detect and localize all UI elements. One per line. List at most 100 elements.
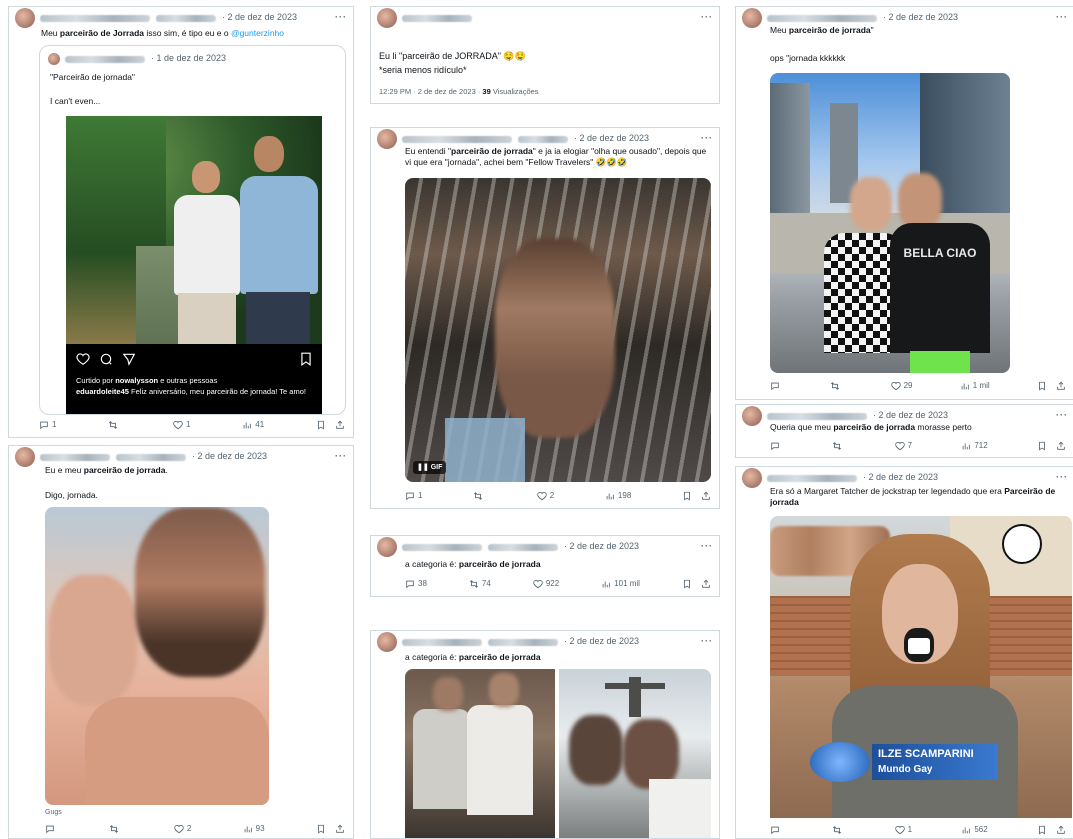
tweet-date[interactable]: · 2 de dez de 2023 xyxy=(873,410,948,422)
more-options-icon[interactable]: ··· xyxy=(701,12,713,24)
avatar[interactable] xyxy=(377,537,397,557)
views-button[interactable]: 712 xyxy=(961,441,988,451)
retweet-button[interactable] xyxy=(832,825,845,835)
quoted-tweet[interactable]: · 1 de dez de 2023 "Parceirão de jornada… xyxy=(39,45,346,415)
share-upload-icon[interactable] xyxy=(1056,825,1066,835)
avatar[interactable] xyxy=(15,8,35,28)
author-handle-blurred[interactable] xyxy=(156,14,216,22)
like-button[interactable]: 2 xyxy=(537,491,554,501)
reply-button[interactable] xyxy=(770,441,783,451)
share-upload-icon[interactable] xyxy=(1056,441,1066,451)
retweet-button[interactable] xyxy=(830,381,843,391)
like-button[interactable]: 7 xyxy=(894,441,912,451)
tweet-photo-mirror-selfie[interactable] xyxy=(405,669,555,838)
tweet-date[interactable]: · 2 de dez de 2023 xyxy=(564,636,639,648)
views-button[interactable]: 1 mil xyxy=(960,381,990,391)
send-icon[interactable] xyxy=(122,352,136,366)
author-name-blurred[interactable] xyxy=(767,14,877,22)
retweet-button[interactable] xyxy=(473,491,486,501)
views-button[interactable]: 101 mil xyxy=(601,579,640,589)
author-name-blurred[interactable] xyxy=(402,135,512,143)
author-handle-blurred[interactable] xyxy=(488,638,558,646)
tweet-gif[interactable]: ❚❚ GIF xyxy=(405,178,711,482)
tweet-date[interactable]: · 2 de dez de 2023 xyxy=(564,541,639,553)
avatar[interactable] xyxy=(15,447,35,467)
more-options-icon[interactable]: ··· xyxy=(701,133,713,145)
tweet-card-6[interactable]: · 2 de dez de 2023 ··· a categoria é: pa… xyxy=(370,630,720,839)
more-options-icon[interactable]: ··· xyxy=(701,636,713,648)
bookmark-icon[interactable] xyxy=(316,420,326,430)
views-button[interactable]: 41 xyxy=(242,420,264,430)
author-name-blurred[interactable] xyxy=(402,14,472,22)
retweet-button[interactable]: 74 xyxy=(469,579,491,589)
reply-button[interactable]: 1 xyxy=(39,420,56,430)
tweet-card-3-detail[interactable]: ··· Eu li "parceirão de JORRADA" 🤤🤤 *ser… xyxy=(370,6,720,104)
views-button[interactable]: 198 xyxy=(605,491,631,501)
caption-user[interactable]: eduardoleite45 xyxy=(76,387,129,396)
tweet-date[interactable]: · 2 de dez de 2023 xyxy=(574,133,649,145)
bookmark-icon[interactable] xyxy=(316,824,326,834)
more-options-icon[interactable]: ··· xyxy=(335,451,347,463)
author-name-blurred[interactable] xyxy=(402,543,482,551)
avatar[interactable] xyxy=(377,129,397,149)
avatar[interactable] xyxy=(742,468,762,488)
reply-button[interactable]: 1 xyxy=(405,491,422,501)
reply-button[interactable]: 38 xyxy=(405,579,427,589)
save-icon[interactable] xyxy=(300,352,312,366)
share-upload-icon[interactable] xyxy=(1056,381,1066,391)
share-upload-icon[interactable] xyxy=(701,491,711,501)
tweet-card-5[interactable]: · 2 de dez de 2023 ··· a categoria é: pa… xyxy=(370,535,720,597)
author-name-blurred[interactable] xyxy=(767,412,867,420)
retweet-button[interactable] xyxy=(108,420,121,430)
tweet-card-1[interactable]: · 2 de dez de 2023 ··· Meu parceirão de … xyxy=(8,6,354,438)
more-options-icon[interactable]: ··· xyxy=(335,12,347,24)
bookmark-icon[interactable] xyxy=(1037,441,1047,451)
like-button[interactable]: 2 xyxy=(174,824,191,834)
share-upload-icon[interactable] xyxy=(335,824,345,834)
more-options-icon[interactable]: ··· xyxy=(701,541,713,553)
author-name-blurred[interactable] xyxy=(767,474,857,482)
tweet-timestamp[interactable]: 12:29 PM · 2 de dez de 2023 · xyxy=(379,87,482,96)
reply-button[interactable] xyxy=(770,825,783,835)
more-options-icon[interactable]: ··· xyxy=(1056,410,1068,422)
bookmark-icon[interactable] xyxy=(682,579,692,589)
like-button[interactable]: 29 xyxy=(890,381,913,391)
bookmark-icon[interactable] xyxy=(682,491,692,501)
tweet-date[interactable]: · 2 de dez de 2023 xyxy=(863,472,938,484)
tweet-date[interactable]: · 2 de dez de 2023 xyxy=(222,12,297,24)
bookmark-icon[interactable] xyxy=(1037,825,1047,835)
tweet-card-7[interactable]: · 2 de dez de 2023 ··· Meu parceirão de … xyxy=(735,6,1073,400)
retweet-button[interactable] xyxy=(832,441,845,451)
retweet-button[interactable] xyxy=(109,824,122,834)
comment-icon[interactable] xyxy=(99,352,113,366)
more-options-icon[interactable]: ··· xyxy=(1056,12,1068,24)
author-name-blurred[interactable] xyxy=(40,14,150,22)
like-button[interactable]: 1 xyxy=(894,825,912,835)
share-upload-icon[interactable] xyxy=(335,420,345,430)
like-button[interactable]: 922 xyxy=(533,579,559,589)
bookmark-icon[interactable] xyxy=(1037,381,1047,391)
share-upload-icon[interactable] xyxy=(701,579,711,589)
tweet-photo-news-report[interactable]: ILZE SCAMPARINI Mundo Gay xyxy=(770,516,1072,818)
author-handle-blurred[interactable] xyxy=(518,135,568,143)
reply-button[interactable] xyxy=(45,824,58,834)
tweet-card-2[interactable]: · 2 de dez de 2023 ··· Eu e meu parceirã… xyxy=(8,445,354,839)
views-button[interactable]: 93 xyxy=(243,824,265,834)
tweet-card-4[interactable]: · 2 de dez de 2023 ··· Eu entendi "parce… xyxy=(370,127,720,509)
liked-user[interactable]: nowalysson xyxy=(115,376,158,385)
heart-icon[interactable] xyxy=(76,352,90,366)
more-options-icon[interactable]: ··· xyxy=(1056,472,1068,484)
tweet-photo-christ-redeemer[interactable] xyxy=(559,669,711,838)
author-name-blurred[interactable] xyxy=(40,453,110,461)
tweet-card-8[interactable]: · 2 de dez de 2023 ··· Queria que meu pa… xyxy=(735,404,1073,458)
tweet-card-9[interactable]: · 2 de dez de 2023 ··· Era só a Margaret… xyxy=(735,466,1073,839)
author-handle-blurred[interactable] xyxy=(116,453,186,461)
like-button[interactable]: 1 xyxy=(173,420,191,430)
author-name-blurred[interactable] xyxy=(402,638,482,646)
avatar[interactable] xyxy=(742,8,762,28)
avatar[interactable] xyxy=(377,8,397,28)
tweet-date[interactable]: · 2 de dez de 2023 xyxy=(192,451,267,463)
tweet-date[interactable]: · 2 de dez de 2023 xyxy=(883,12,958,24)
tweet-photo-selfie[interactable] xyxy=(45,507,269,805)
reply-button[interactable] xyxy=(770,381,783,391)
